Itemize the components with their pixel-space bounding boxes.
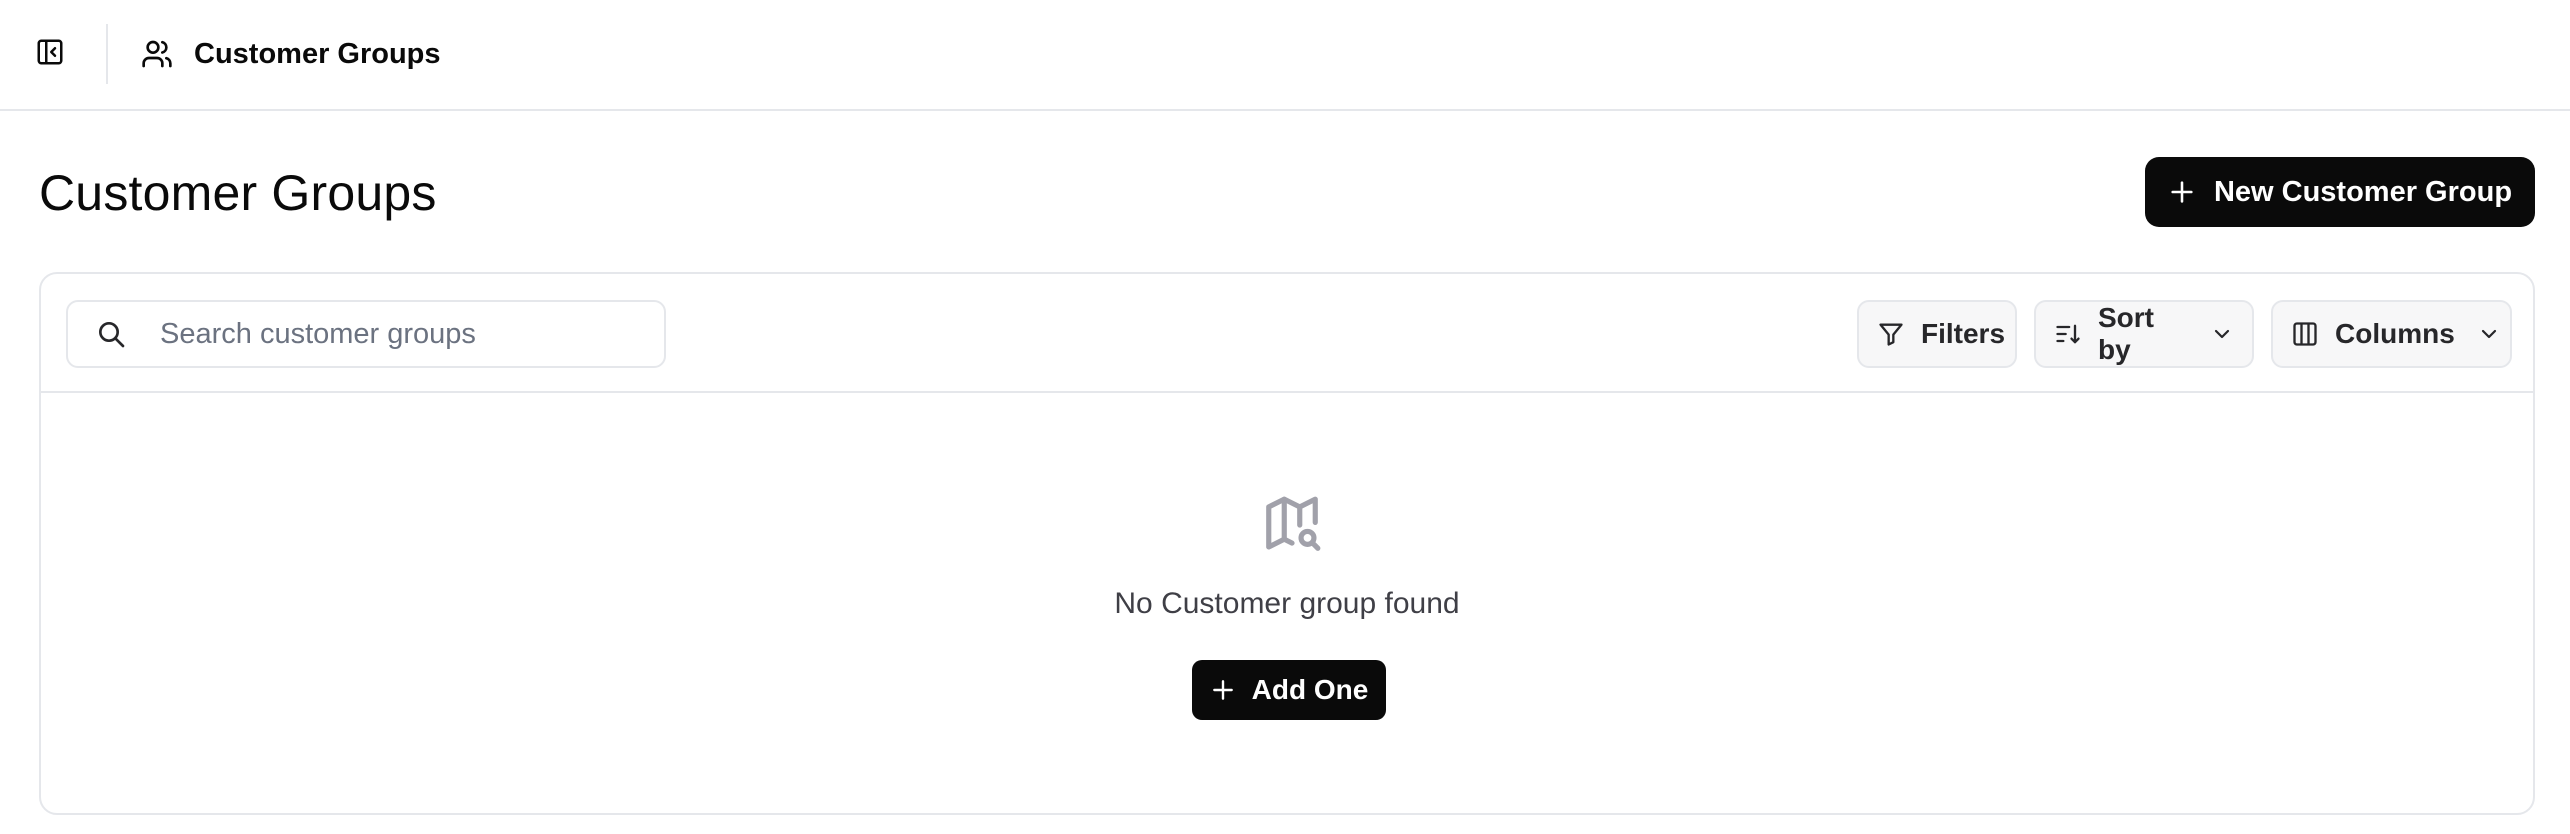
topbar-divider: [106, 24, 108, 84]
sort-by-button[interactable]: Sort by: [2034, 300, 2254, 368]
page-title: Customer Groups: [39, 165, 437, 221]
search-icon: [94, 317, 128, 351]
breadcrumb: Customer Groups: [140, 36, 441, 72]
plus-icon: [1210, 677, 1236, 703]
map-search-icon: [1261, 494, 1323, 556]
columns-label: Columns: [2335, 318, 2455, 349]
filters-button[interactable]: Filters: [1857, 300, 2017, 368]
new-customer-group-button[interactable]: New Customer Group: [2145, 157, 2535, 227]
add-one-label: Add One: [1251, 674, 1369, 705]
chevron-down-icon: [2210, 321, 2234, 347]
panel-left-icon: [35, 37, 65, 72]
filter-icon: [1877, 319, 1905, 349]
columns-button[interactable]: Columns: [2271, 300, 2512, 368]
search-box[interactable]: [66, 300, 666, 368]
sort-icon: [2054, 319, 2082, 349]
add-one-button[interactable]: Add One: [1192, 660, 1386, 720]
sidebar-toggle-button[interactable]: [34, 38, 66, 70]
chevron-down-icon: [2477, 321, 2501, 347]
users-icon: [140, 37, 174, 71]
plus-icon: [2168, 178, 2196, 206]
breadcrumb-label: Customer Groups: [194, 37, 441, 70]
empty-state-message: No Customer group found: [1114, 587, 1460, 620]
filters-label: Filters: [1921, 318, 2006, 349]
table-toolbar: Filters Sort by: [41, 274, 2533, 393]
new-customer-group-label: New Customer Group: [2213, 175, 2513, 208]
columns-icon: [2291, 319, 2319, 349]
search-input[interactable]: [160, 317, 640, 351]
customer-groups-card: Filters Sort by: [39, 272, 2535, 815]
sort-by-label: Sort by: [2098, 302, 2154, 365]
top-bar: Customer Groups: [0, 0, 2570, 111]
